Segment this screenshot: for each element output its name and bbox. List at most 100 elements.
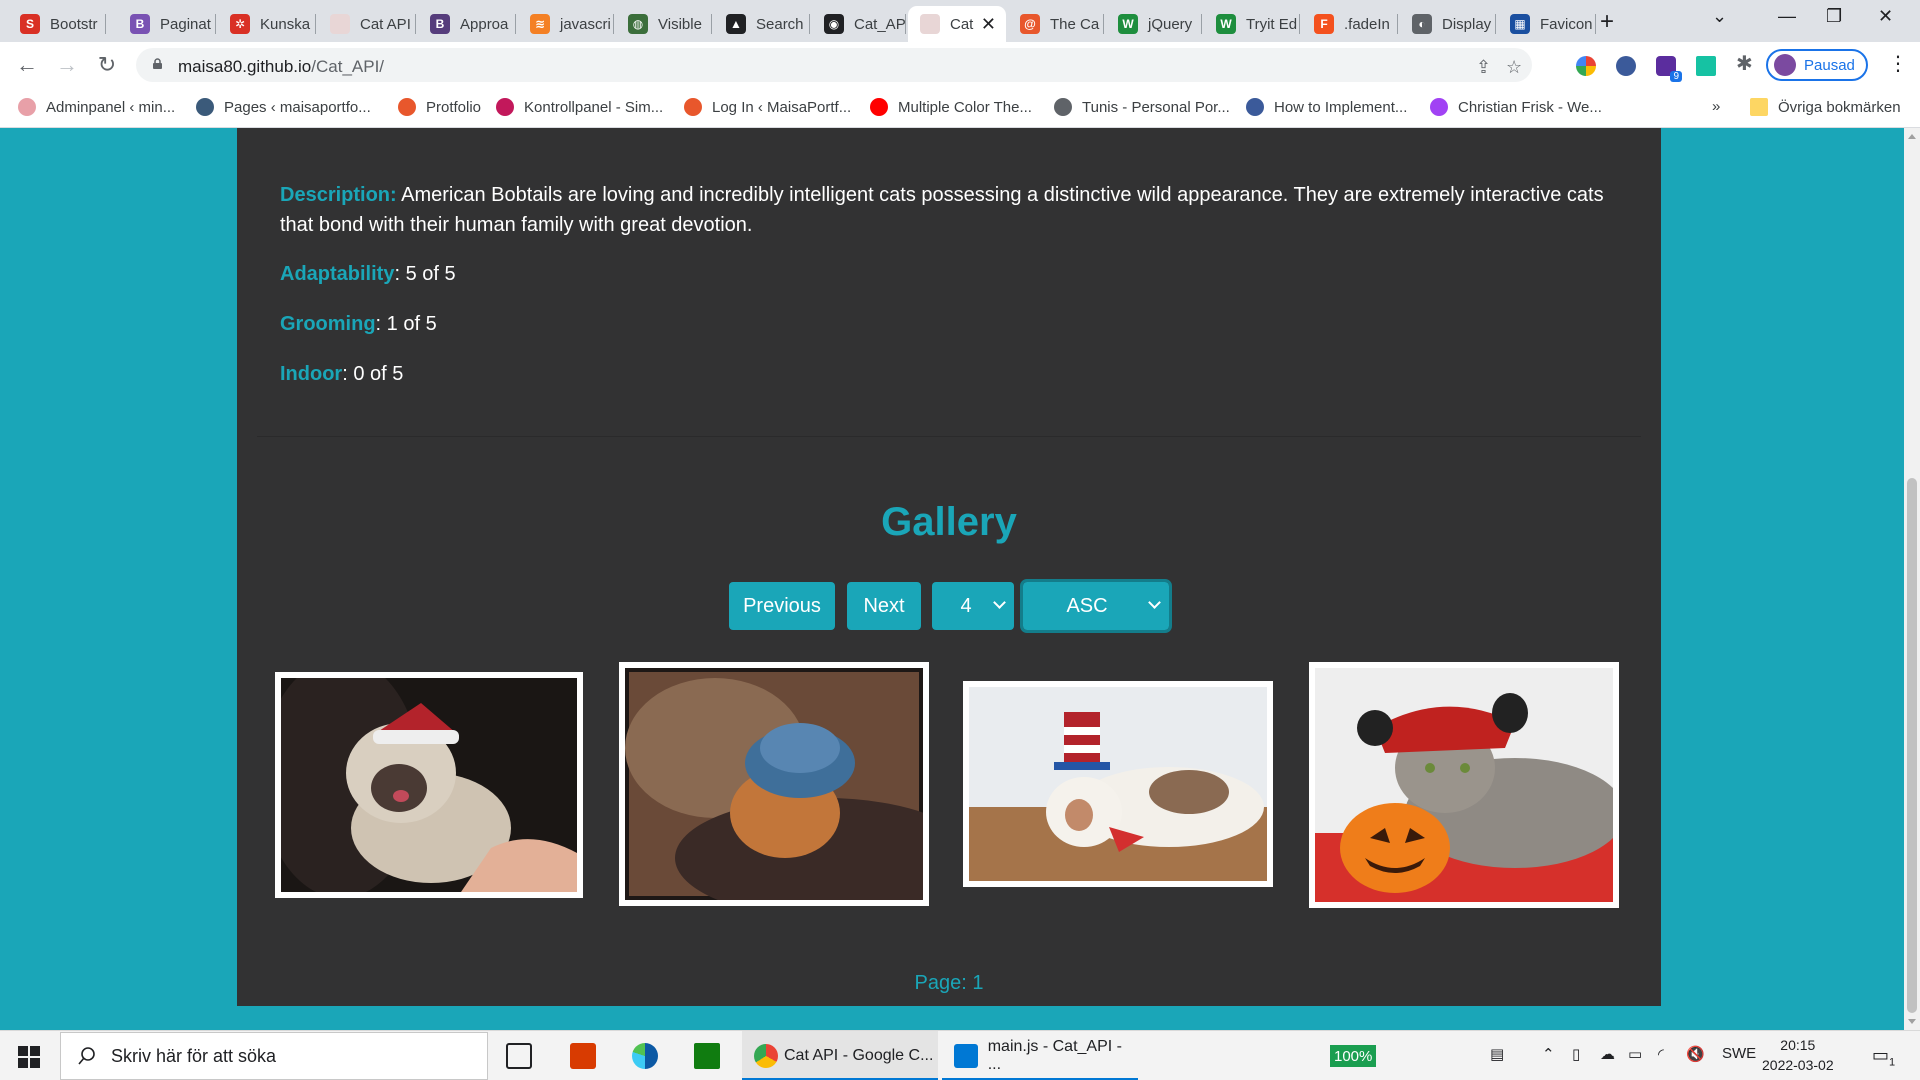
close-window-icon[interactable]: ✕ bbox=[1878, 6, 1893, 27]
bookmark-label: Christian Frisk - We... bbox=[1458, 98, 1602, 116]
color-extension-icon[interactable] bbox=[1576, 56, 1596, 76]
page-indicator: Page: 1 bbox=[914, 972, 984, 994]
reload-icon[interactable]: ↻ bbox=[92, 50, 122, 80]
tab-separator bbox=[1103, 14, 1104, 34]
browser-tab[interactable]: B Approa bbox=[418, 6, 516, 42]
description-text: American Bobtails are loving and incredi… bbox=[280, 184, 1604, 236]
bookmark-item[interactable]: Protfolio bbox=[398, 98, 481, 116]
gallery-image[interactable] bbox=[619, 662, 929, 906]
browser-tab[interactable]: ◐ Display bbox=[1400, 6, 1496, 42]
new-tab-icon[interactable]: + bbox=[1600, 8, 1614, 36]
bookmark-favicon-icon bbox=[1054, 98, 1072, 116]
browser-tab[interactable]: Cat ✕ bbox=[908, 6, 1006, 42]
address-bar[interactable]: maisa80.github.io/Cat_API/ ⇪ ☆ bbox=[136, 48, 1532, 82]
minimize-icon[interactable]: — bbox=[1778, 6, 1796, 27]
profile-button[interactable]: Pausad bbox=[1766, 49, 1868, 81]
taskbar-search-box[interactable]: Skriv här för att söka bbox=[60, 1032, 488, 1080]
tab-favicon-icon: ◍ bbox=[628, 14, 648, 34]
language-indicator[interactable]: SWE bbox=[1722, 1045, 1756, 1062]
browser-tab[interactable]: WjQuery bbox=[1106, 6, 1202, 42]
restore-icon[interactable]: ❐ bbox=[1826, 6, 1842, 27]
next-button[interactable]: Next bbox=[847, 582, 921, 630]
browser-tab[interactable]: ◍ Visible bbox=[616, 6, 712, 42]
clock-time: 20:15 bbox=[1780, 1037, 1816, 1053]
puzzle-extensions-icon[interactable]: ✱ bbox=[1736, 51, 1753, 76]
tab-label: javascri bbox=[560, 15, 611, 33]
battery-icon[interactable]: ▭ bbox=[1628, 1045, 1642, 1063]
forward-icon[interactable]: → bbox=[52, 50, 82, 80]
bookmark-favicon-icon bbox=[684, 98, 702, 116]
browser-tab[interactable]: F .fadeIn bbox=[1302, 6, 1398, 42]
zoom-indicator[interactable]: 100% bbox=[1330, 1045, 1377, 1067]
tab-search-icon[interactable]: ⌄ bbox=[1712, 6, 1727, 27]
gallery-image[interactable] bbox=[1309, 662, 1619, 908]
tab-label: Search bbox=[756, 15, 804, 33]
cloud-icon[interactable]: ☁ bbox=[1600, 1045, 1615, 1063]
bookmark-item[interactable]: Christian Frisk - We... bbox=[1430, 98, 1602, 116]
page-scrollbar[interactable] bbox=[1904, 128, 1920, 1030]
breed-indoor: Indoor: 0 of 5 bbox=[280, 359, 1640, 389]
browser-tab[interactable]: @ The Ca bbox=[1008, 6, 1104, 42]
bookmark-label: Tunis - Personal Por... bbox=[1082, 98, 1230, 116]
pen-extension-icon[interactable] bbox=[1696, 56, 1716, 76]
vscode-icon bbox=[954, 1044, 978, 1068]
close-tab-icon[interactable]: ✕ bbox=[981, 14, 996, 35]
bookmark-label: How to Implement... bbox=[1274, 98, 1408, 116]
device-icon[interactable]: ▯ bbox=[1572, 1045, 1580, 1063]
browser-tab[interactable]: W Tryit Ed bbox=[1204, 6, 1300, 42]
bookmark-star-icon[interactable]: ☆ bbox=[1506, 57, 1522, 78]
other-bookmarks[interactable]: Övriga bokmärken bbox=[1750, 98, 1901, 116]
system-clock[interactable]: 20:15 2022-03-02 bbox=[1762, 1035, 1834, 1075]
scroll-thumb[interactable] bbox=[1907, 478, 1917, 1013]
office-icon[interactable] bbox=[570, 1043, 596, 1069]
back-icon[interactable]: ← bbox=[12, 50, 42, 80]
taskbar-app-chrome[interactable]: Cat API - Google C... bbox=[742, 1031, 938, 1080]
browser-tab[interactable]: ◉ Cat_AP bbox=[812, 6, 906, 42]
share-icon[interactable]: ⇪ bbox=[1476, 57, 1491, 78]
badge-extension-icon[interactable]: 9 bbox=[1656, 56, 1682, 82]
bookmark-item[interactable]: Pages ‹ maisaportfo... bbox=[196, 98, 371, 116]
scroll-down-icon[interactable] bbox=[1908, 1019, 1916, 1024]
tab-separator bbox=[905, 14, 906, 34]
gallery-image[interactable] bbox=[963, 681, 1273, 887]
store-app-icon[interactable] bbox=[694, 1043, 720, 1069]
wifi-icon[interactable]: ◜ bbox=[1658, 1045, 1664, 1063]
news-widget-icon[interactable]: ▤ bbox=[1490, 1045, 1504, 1063]
edge-icon[interactable] bbox=[632, 1043, 658, 1069]
browser-tab[interactable]: B Paginat bbox=[118, 6, 216, 42]
limit-select[interactable]: 4 bbox=[932, 582, 1014, 630]
chevron-up-icon[interactable]: ⌃ bbox=[1542, 1045, 1555, 1063]
adaptability-label: Adaptability bbox=[280, 263, 395, 285]
browser-toolbar: ← → ↻ maisa80.github.io/Cat_API/ ⇪ ☆ 9 ✱… bbox=[0, 42, 1920, 88]
bookmarks-overflow-icon[interactable]: » bbox=[1712, 98, 1720, 115]
menu-kebab-icon[interactable]: ⋮ bbox=[1888, 51, 1908, 76]
globe-extension-icon[interactable] bbox=[1616, 56, 1636, 76]
previous-button[interactable]: Previous bbox=[729, 582, 835, 630]
taskbar-app-vscode[interactable]: main.js - Cat_API - ... bbox=[942, 1031, 1138, 1080]
bookmark-item[interactable]: Tunis - Personal Por... bbox=[1054, 98, 1230, 116]
browser-tab[interactable]: ▲ Search bbox=[714, 6, 810, 42]
breed-grooming: Grooming: 1 of 5 bbox=[280, 309, 1640, 339]
bookmark-item[interactable]: How to Implement... bbox=[1246, 98, 1407, 116]
bookmark-item[interactable]: Adminpanel ‹ min... bbox=[18, 98, 175, 116]
browser-tab[interactable]: ≋ javascri bbox=[518, 6, 614, 42]
bookmark-item[interactable]: Multiple Color The... bbox=[870, 98, 1032, 116]
grooming-value: : 1 of 5 bbox=[375, 313, 437, 335]
tab-label: Tryit Ed bbox=[1246, 15, 1298, 33]
scroll-up-icon[interactable] bbox=[1908, 134, 1916, 139]
browser-tab[interactable]: S Bootstr bbox=[8, 6, 106, 42]
limit-value: 4 bbox=[960, 594, 972, 617]
windows-start-icon[interactable] bbox=[18, 1046, 40, 1068]
notification-icon[interactable]: ▭1 bbox=[1872, 1045, 1895, 1069]
browser-tab[interactable]: ▦ Favicon bbox=[1498, 6, 1596, 42]
bookmark-item[interactable]: Log In ‹ MaisaPortf... bbox=[684, 98, 851, 116]
gallery-image[interactable] bbox=[275, 672, 583, 898]
bookmark-item[interactable]: Kontrollpanel - Sim... bbox=[496, 98, 663, 116]
task-view-icon[interactable] bbox=[506, 1043, 532, 1069]
indoor-value: : 0 of 5 bbox=[342, 363, 404, 385]
adaptability-value: : 5 of 5 bbox=[394, 263, 456, 285]
order-select[interactable]: ASC bbox=[1020, 579, 1172, 633]
browser-tab[interactable]: ✲ Kunska bbox=[218, 6, 316, 42]
browser-tab[interactable]: Cat API bbox=[318, 6, 416, 42]
volume-muted-icon[interactable]: 🔇 bbox=[1686, 1045, 1705, 1063]
